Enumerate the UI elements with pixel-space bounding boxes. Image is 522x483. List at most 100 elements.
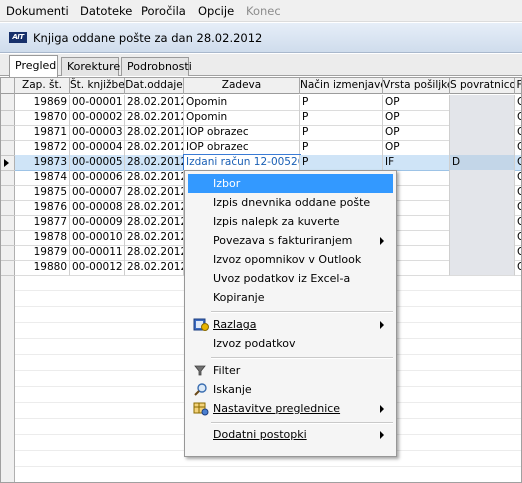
header-zadeva[interactable]: Zadeva [184, 78, 300, 94]
cell-nacin-izmenjave[interactable]: P [300, 155, 383, 171]
cell-zap-st[interactable]: 19876 [15, 200, 70, 216]
menu-item-izbor[interactable]: Izbor [188, 174, 393, 193]
cell-f[interactable]: O [515, 185, 521, 201]
menu-opcije[interactable]: Opcije [198, 4, 234, 18]
cell-dat-oddaje[interactable]: 28.02.2012 [125, 125, 184, 141]
cell-dat-oddaje[interactable]: 28.02.2012 [125, 245, 184, 261]
tab-podrobnosti[interactable]: Podrobnosti [121, 57, 192, 76]
header-dat-oddaje[interactable]: Dat.oddaje [125, 78, 184, 94]
cell-st-knjizbe[interactable]: 00-00004 [70, 140, 125, 156]
cell-zap-st[interactable]: 19880 [15, 260, 70, 276]
cell-zap-st[interactable]: 19875 [15, 185, 70, 201]
menu-item-povezava-fakturiranje[interactable]: Povezava s fakturiranjem [188, 231, 393, 250]
menu-item-iskanje[interactable]: Iskanje [188, 380, 393, 399]
cell-f[interactable]: O [515, 245, 521, 261]
cell-f[interactable]: O [515, 140, 521, 156]
cell-zap-st[interactable]: 19879 [15, 245, 70, 261]
menu-datoteke[interactable]: Datoteke [80, 4, 132, 18]
cell-f[interactable]: O [515, 110, 521, 126]
cell-s-povratnico[interactable] [450, 95, 515, 111]
cell-f[interactable]: O [515, 125, 521, 141]
header-nacin-izmenjave[interactable]: Način izmenjave [300, 78, 383, 94]
cell-s-povratnico[interactable] [450, 125, 515, 141]
cell-f[interactable]: O [515, 155, 521, 171]
cell-zap-st[interactable]: 19877 [15, 215, 70, 231]
menu-dokumenti[interactable]: Dokumenti [6, 4, 69, 18]
menu-item-filter[interactable]: Filter [188, 361, 393, 380]
cell-s-povratnico[interactable] [450, 185, 515, 201]
tab-pregled[interactable]: Pregled [9, 55, 58, 77]
tab-korekture[interactable]: Korekture [61, 57, 120, 76]
table-row[interactable]: 1987100-0000328.02.2012IOP obrazecPOP O [15, 125, 521, 141]
menu-item-izpis-dnevnika[interactable]: Izpis dnevnika oddane pošte [188, 193, 393, 212]
menu-porocila[interactable]: Poročila [141, 4, 186, 18]
cell-s-povratnico[interactable] [450, 260, 515, 276]
cell-st-knjizbe[interactable]: 00-00001 [70, 95, 125, 111]
cell-zap-st[interactable]: 19872 [15, 140, 70, 156]
cell-f[interactable]: O [515, 215, 521, 231]
cell-f[interactable]: O [515, 260, 521, 276]
cell-st-knjizbe[interactable]: 00-00005 [70, 155, 125, 171]
header-zap-st[interactable]: Zap. št. [15, 78, 70, 94]
menu-item-kopiranje[interactable]: Kopiranje [188, 288, 393, 307]
cell-dat-oddaje[interactable]: 28.02.2012 [125, 185, 184, 201]
menu-item-izvoz-podatkov[interactable]: Izvoz podatkov [188, 334, 393, 353]
cell-f[interactable]: O [515, 200, 521, 216]
menu-item-razlaga[interactable]: Razlaga [188, 315, 393, 334]
header-vrsta-posiljke[interactable]: Vrsta pošiljke [383, 78, 450, 94]
cell-s-povratnico[interactable] [450, 110, 515, 126]
header-st-knjizbe[interactable]: Št. knjižbe [70, 78, 125, 94]
cell-f[interactable]: O [515, 230, 521, 246]
cell-st-knjizbe[interactable]: 00-00008 [70, 200, 125, 216]
cell-nacin-izmenjave[interactable]: P [300, 140, 383, 156]
cell-st-knjizbe[interactable]: 00-00010 [70, 230, 125, 246]
cell-zadeva[interactable]: Opomin [184, 110, 300, 126]
cell-dat-oddaje[interactable]: 28.02.2012 [125, 215, 184, 231]
cell-vrsta-posiljke[interactable]: OP [383, 140, 450, 156]
cell-dat-oddaje[interactable]: 28.02.2012 [125, 170, 184, 186]
cell-zap-st[interactable]: 19871 [15, 125, 70, 141]
cell-dat-oddaje[interactable]: 28.02.2012 [125, 110, 184, 126]
cell-vrsta-posiljke[interactable]: OP [383, 110, 450, 126]
menu-item-uvoz-excel[interactable]: Uvoz podatkov iz Excel-a [188, 269, 393, 288]
menu-item-izpis-nalepk[interactable]: Izpis nalepk za kuverte [188, 212, 393, 231]
cell-zadeva[interactable]: Opomin [184, 95, 300, 111]
menu-item-izvoz-outlook[interactable]: Izvoz opomnikov v Outlook [188, 250, 393, 269]
cell-s-povratnico[interactable] [450, 230, 515, 246]
cell-dat-oddaje[interactable]: 28.02.2012 [125, 95, 184, 111]
cell-st-knjizbe[interactable]: 00-00007 [70, 185, 125, 201]
cell-nacin-izmenjave[interactable]: P [300, 125, 383, 141]
cell-vrsta-posiljke[interactable]: OP [383, 125, 450, 141]
cell-nacin-izmenjave[interactable]: P [300, 95, 383, 111]
cell-vrsta-posiljke[interactable]: OP [383, 95, 450, 111]
cell-f[interactable]: O [515, 170, 521, 186]
table-row[interactable]: 1987200-0000428.02.2012IOP obrazecPOP O [15, 140, 521, 156]
table-row[interactable]: 19873 00-00005 28.02.2012 Izdani račun 12-0… [15, 154, 521, 172]
header-s-povratnico[interactable]: S povratnico [450, 78, 515, 94]
cell-dat-oddaje[interactable]: 28.02.2012 [125, 155, 184, 171]
cell-dat-oddaje[interactable]: 28.02.2012 [125, 140, 184, 156]
cell-s-povratnico[interactable] [450, 245, 515, 261]
cell-st-knjizbe[interactable]: 00-00002 [70, 110, 125, 126]
cell-st-knjizbe[interactable]: 00-00006 [70, 170, 125, 186]
cell-s-povratnico[interactable] [450, 200, 515, 216]
cell-dat-oddaje[interactable]: 28.02.2012 [125, 200, 184, 216]
table-row[interactable]: 1986900-0000128.02.2012OpominPOP O [15, 95, 521, 111]
cell-zap-st[interactable]: 19869 [15, 95, 70, 111]
cell-st-knjizbe[interactable]: 00-00011 [70, 245, 125, 261]
cell-st-knjizbe[interactable]: 00-00009 [70, 215, 125, 231]
cell-nacin-izmenjave[interactable]: P [300, 110, 383, 126]
cell-f[interactable]: O [515, 95, 521, 111]
cell-zap-st[interactable]: 19878 [15, 230, 70, 246]
table-row[interactable]: 1987000-0000228.02.2012OpominPOP O [15, 110, 521, 126]
cell-zap-st[interactable]: 19870 [15, 110, 70, 126]
menu-item-nastavitve-preglednice[interactable]: Nastavitve preglednice [188, 399, 393, 418]
menu-item-dodatni-postopki[interactable]: Dodatni postopki [188, 425, 393, 444]
header-f[interactable]: F [515, 78, 521, 94]
cell-dat-oddaje[interactable]: 28.02.2012 [125, 260, 184, 276]
cell-vrsta-posiljke[interactable]: IF [383, 155, 450, 171]
cell-dat-oddaje[interactable]: 28.02.2012 [125, 230, 184, 246]
cell-zadeva[interactable]: IOP obrazec [184, 125, 300, 141]
cell-st-knjizbe[interactable]: 00-00012 [70, 260, 125, 276]
cell-s-povratnico[interactable] [450, 170, 515, 186]
